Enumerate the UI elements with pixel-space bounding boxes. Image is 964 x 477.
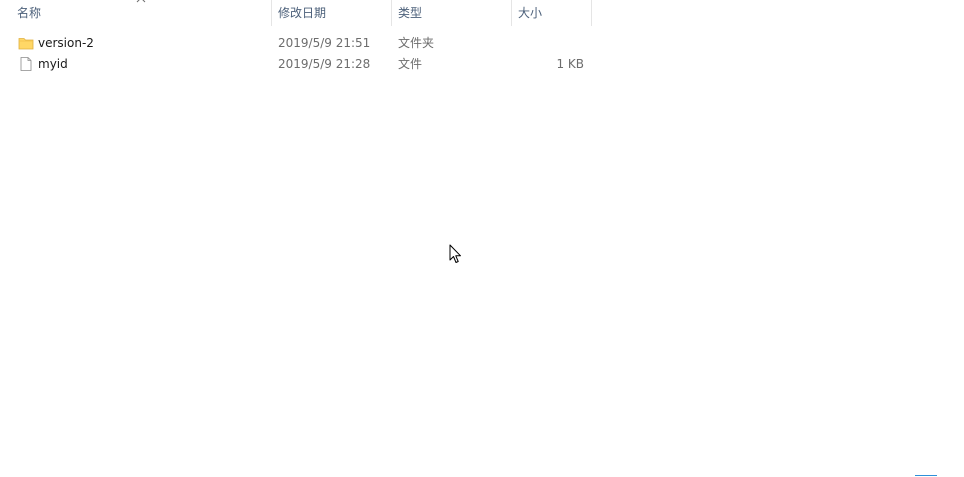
chevron-up-icon <box>136 0 146 3</box>
file-row-myid[interactable]: myid 2019/5/9 21:28 文件 1 KB <box>0 54 593 75</box>
folder-icon <box>18 38 34 50</box>
file-name: version-2 <box>38 36 94 50</box>
file-modified-date: 2019/5/9 21:28 <box>278 57 371 71</box>
file-name: myid <box>38 57 68 71</box>
file-type: 文件夹 <box>398 36 435 50</box>
column-header-type[interactable]: 类型 <box>392 0 512 26</box>
column-divider[interactable] <box>591 0 592 26</box>
file-type: 文件 <box>398 57 423 71</box>
file-list: version-2 2019/5/9 21:51 文件夹 myid 2019/5… <box>0 33 593 75</box>
file-modified-date: 2019/5/9 21:51 <box>278 36 371 50</box>
file-explorer-content-pane: 名称 修改日期 类型 大小 version-2 2019/5/9 21:51 文… <box>0 0 964 477</box>
mouse-pointer-icon <box>449 244 461 263</box>
file-size: 1 KB <box>556 57 584 71</box>
column-header-size[interactable]: 大小 <box>512 0 592 26</box>
column-header-size-label: 大小 <box>518 6 543 20</box>
file-row-version-2[interactable]: version-2 2019/5/9 21:51 文件夹 <box>0 33 593 54</box>
column-header-date-label: 修改日期 <box>278 6 327 20</box>
column-header-type-label: 类型 <box>398 6 423 20</box>
column-header-bar: 名称 修改日期 类型 大小 <box>0 0 593 26</box>
column-header-date[interactable]: 修改日期 <box>272 0 392 26</box>
file-icon <box>20 57 32 71</box>
scroll-indicator <box>915 475 937 476</box>
column-header-name-label: 名称 <box>17 6 42 20</box>
